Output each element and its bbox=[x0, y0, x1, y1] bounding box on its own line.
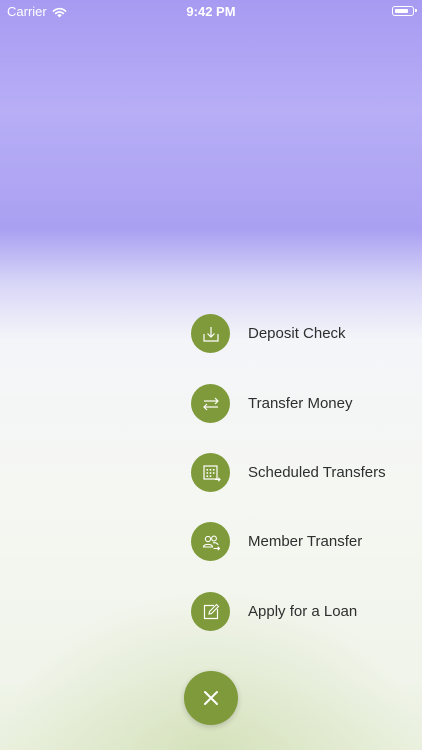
member-transfer-label: Member Transfer bbox=[248, 533, 363, 550]
status-bar: Carrier 9:42 PM bbox=[0, 0, 422, 24]
close-menu-button[interactable] bbox=[184, 671, 238, 725]
transfer-money-button[interactable]: Transfer Money bbox=[191, 384, 352, 423]
scheduled-transfers-label: Scheduled Transfers bbox=[248, 464, 386, 481]
deposit-check-button[interactable]: Deposit Check bbox=[191, 314, 346, 353]
transfer-money-label: Transfer Money bbox=[248, 395, 353, 412]
member-transfer-button[interactable]: Member Transfer bbox=[191, 522, 362, 561]
close-icon bbox=[204, 691, 218, 705]
transfer-arrows-icon bbox=[191, 384, 230, 423]
scheduled-transfers-button[interactable]: Scheduled Transfers bbox=[191, 453, 386, 492]
status-time: 9:42 PM bbox=[186, 4, 236, 19]
member-transfer-icon bbox=[191, 522, 230, 561]
apply-loan-icon bbox=[191, 592, 230, 631]
apply-loan-label: Apply for a Loan bbox=[248, 603, 358, 620]
apply-loan-button[interactable]: Apply for a Loan bbox=[191, 592, 357, 631]
calendar-schedule-icon bbox=[191, 453, 230, 492]
battery-icon bbox=[392, 6, 417, 16]
deposit-check-label: Deposit Check bbox=[248, 325, 346, 342]
deposit-check-icon bbox=[191, 314, 230, 353]
